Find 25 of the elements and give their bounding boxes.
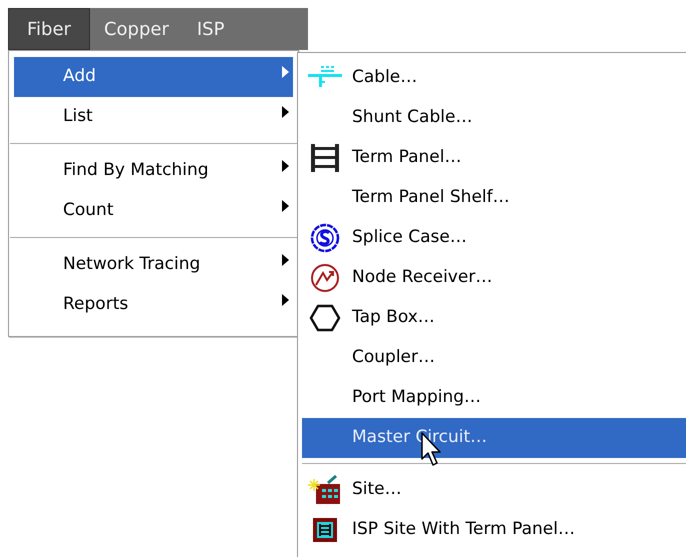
menu-item[interactable]: Add bbox=[14, 57, 293, 97]
site-icon bbox=[308, 475, 342, 505]
menu-item[interactable]: Term Panel… bbox=[302, 138, 686, 178]
menu-item[interactable]: Term Panel Shelf… bbox=[302, 178, 686, 218]
menu-item[interactable]: Node Receiver… bbox=[302, 258, 686, 298]
menu-item[interactable]: Find By Matching bbox=[14, 151, 293, 191]
menu-item[interactable]: Tap Box… bbox=[302, 298, 686, 338]
menu-item[interactable]: Network Tracing bbox=[14, 245, 293, 285]
menu-bar-item[interactable]: Copper bbox=[90, 8, 183, 50]
menu-bar-item[interactable]: ISP bbox=[182, 8, 238, 50]
hexagon-icon bbox=[308, 304, 342, 332]
menu-item[interactable]: Splice Case… bbox=[302, 218, 686, 258]
menu-item[interactable]: Site… bbox=[302, 470, 686, 510]
menu-bar-item[interactable]: Fiber bbox=[8, 8, 90, 50]
node-receiver-icon bbox=[308, 263, 342, 293]
term-panel-icon bbox=[308, 144, 342, 172]
menu-item[interactable]: Reports bbox=[14, 285, 293, 325]
menu-item[interactable]: Coupler… bbox=[302, 338, 686, 378]
menu-item[interactable]: Cable… bbox=[302, 58, 686, 98]
menu-item[interactable]: Count bbox=[14, 191, 293, 231]
menu-item[interactable]: ISP Site With Term Panel… bbox=[302, 510, 686, 550]
menu-item[interactable]: Shunt Cable… bbox=[302, 98, 686, 138]
menu-item[interactable]: List bbox=[14, 97, 293, 137]
menu-item[interactable]: Port Mapping… bbox=[302, 378, 686, 418]
splice-case-icon bbox=[308, 223, 342, 253]
